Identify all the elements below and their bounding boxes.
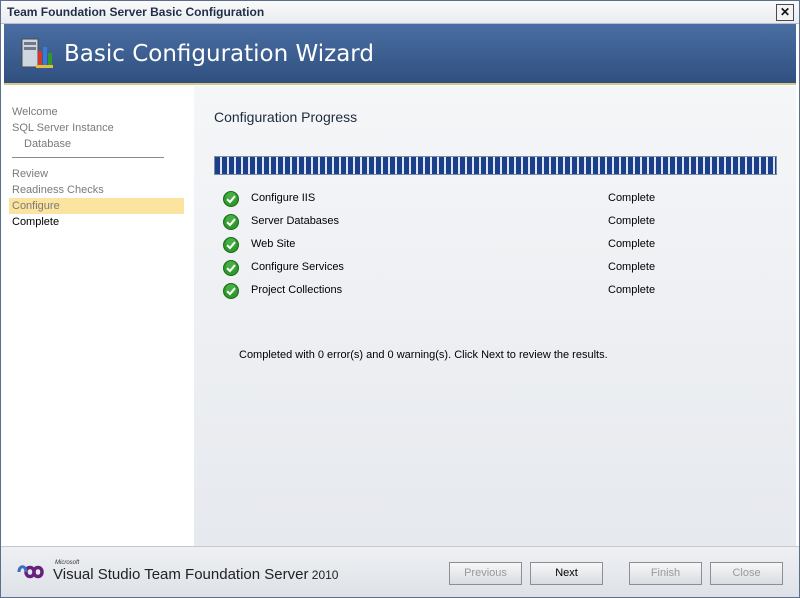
step-status: Complete bbox=[608, 284, 656, 296]
success-check-icon bbox=[223, 214, 239, 230]
wizard-window: Team Foundation Server Basic Configurati… bbox=[0, 0, 800, 598]
server-config-icon bbox=[21, 38, 53, 68]
main-panel: Configuration Progress Configure IIS Com… bbox=[194, 86, 796, 546]
step-row: Project Collections Complete bbox=[223, 282, 773, 300]
nav-item-complete[interactable]: Complete bbox=[9, 214, 184, 230]
step-name: Server Databases bbox=[251, 215, 340, 227]
title-bar: Team Foundation Server Basic Configurati… bbox=[1, 1, 799, 24]
step-status: Complete bbox=[608, 238, 656, 250]
wizard-banner: Basic Configuration Wizard bbox=[4, 24, 796, 85]
nav-item-welcome[interactable]: Welcome bbox=[9, 104, 184, 120]
step-row: Configure Services Complete bbox=[223, 259, 773, 277]
configuration-progress-bar bbox=[214, 156, 777, 175]
success-check-icon bbox=[223, 283, 239, 299]
step-status: Complete bbox=[608, 192, 656, 204]
nav-item-database[interactable]: Database bbox=[9, 136, 184, 152]
results-summary: Completed with 0 error(s) and 0 warning(… bbox=[239, 349, 608, 361]
step-name: Project Collections bbox=[251, 284, 343, 296]
nav-item-readiness-checks[interactable]: Readiness Checks bbox=[9, 182, 184, 198]
window-title: Team Foundation Server Basic Configurati… bbox=[7, 5, 265, 19]
step-status: Complete bbox=[608, 261, 656, 273]
visual-studio-logo: Microsoft Visual Studio Team Foundation … bbox=[17, 559, 347, 589]
step-row: Configure IIS Complete bbox=[223, 190, 773, 208]
finish-button[interactable]: Finish bbox=[629, 562, 702, 585]
step-navigation: Welcome SQL Server Instance Database Rev… bbox=[4, 86, 194, 546]
success-check-icon bbox=[223, 260, 239, 276]
progress-fill bbox=[215, 157, 776, 174]
nav-item-review[interactable]: Review bbox=[9, 166, 184, 182]
wizard-heading: Basic Configuration Wizard bbox=[64, 41, 374, 67]
next-button[interactable]: Next bbox=[530, 562, 603, 585]
step-status: Complete bbox=[608, 215, 656, 227]
step-name: Configure Services bbox=[251, 261, 344, 273]
product-name: Visual Studio Team Foundation Server 201… bbox=[53, 566, 339, 583]
previous-button[interactable]: Previous bbox=[449, 562, 522, 585]
step-row: Server Databases Complete bbox=[223, 213, 773, 231]
infinity-logo-icon bbox=[17, 565, 44, 579]
nav-divider bbox=[12, 157, 164, 158]
page-title: Configuration Progress bbox=[214, 109, 358, 125]
nav-item-configure[interactable]: Configure bbox=[9, 198, 184, 214]
step-row: Web Site Complete bbox=[223, 236, 773, 254]
wizard-footer: Microsoft Visual Studio Team Foundation … bbox=[1, 546, 799, 597]
step-name: Web Site bbox=[251, 238, 296, 250]
nav-item-sql-server-instance[interactable]: SQL Server Instance bbox=[9, 120, 184, 136]
success-check-icon bbox=[223, 237, 239, 253]
success-check-icon bbox=[223, 191, 239, 207]
step-name: Configure IIS bbox=[251, 192, 316, 204]
close-window-button[interactable]: ✕ bbox=[776, 4, 794, 21]
close-button[interactable]: Close bbox=[710, 562, 783, 585]
